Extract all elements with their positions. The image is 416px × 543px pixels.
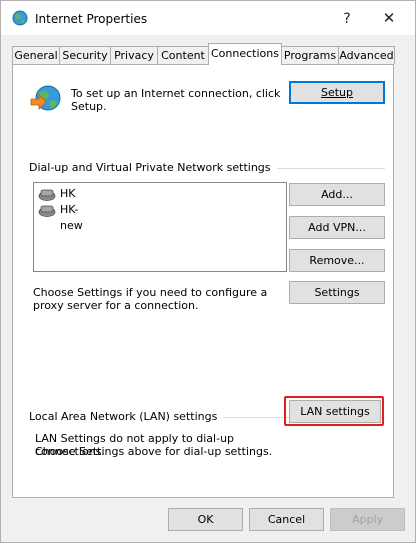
connections-panel: To set up an Internet connection, click … <box>12 64 394 498</box>
connection-name: HK <box>60 187 76 200</box>
internet-globe-icon <box>12 10 28 26</box>
tab-programs[interactable]: Programs <box>281 46 339 64</box>
dialup-group-label: Dial-up and Virtual Private Network sett… <box>29 161 277 174</box>
setup-button[interactable]: Setup <box>289 81 385 104</box>
tab-security[interactable]: Security <box>59 46 111 64</box>
tab-privacy[interactable]: Privacy <box>110 46 158 64</box>
internet-properties-window: Internet Properties ? ✕ General Security… <box>0 0 416 543</box>
cancel-button-label: Cancel <box>267 513 306 526</box>
setup-instructions: To set up an Internet connection, click … <box>71 87 281 113</box>
dialup-connection-icon <box>38 189 56 201</box>
apply-button[interactable]: Apply <box>330 508 405 531</box>
tab-content[interactable]: Content <box>157 46 209 64</box>
add-button-label: Add... <box>321 188 353 201</box>
proxy-instructions: Choose Settings if you need to configure… <box>33 286 268 312</box>
title-bar: Internet Properties ? ✕ <box>1 1 415 35</box>
lan-group-label: Local Area Network (LAN) settings <box>29 410 224 423</box>
ok-button[interactable]: OK <box>168 508 243 531</box>
add-vpn-button[interactable]: Add VPN... <box>289 216 385 239</box>
lan-text-line2: Choose Settings above for dial-up settin… <box>35 445 273 458</box>
connection-name: HK-new <box>60 203 83 232</box>
apply-button-label: Apply <box>351 513 384 526</box>
settings-button[interactable]: Settings <box>289 281 385 304</box>
add-vpn-button-label: Add VPN... <box>308 221 366 234</box>
lan-settings-button-label: LAN settings <box>300 405 370 418</box>
tab-advanced[interactable]: Advanced <box>338 46 395 64</box>
window-title: Internet Properties <box>35 12 148 26</box>
tab-general[interactable]: General <box>12 46 60 64</box>
help-button[interactable]: ? <box>337 11 357 27</box>
internet-setup-icon <box>30 85 61 111</box>
dialog-client-area: General Security Privacy Content Connect… <box>1 35 415 542</box>
dialup-connection-icon <box>38 205 56 217</box>
lan-settings-button[interactable]: LAN settings <box>289 400 381 423</box>
connections-list[interactable]: HK HK-new <box>33 182 287 272</box>
remove-button[interactable]: Remove... <box>289 249 385 272</box>
setup-button-label: Setup <box>320 86 354 99</box>
add-button[interactable]: Add... <box>289 183 385 206</box>
tab-connections[interactable]: Connections <box>208 43 282 65</box>
settings-button-label: Settings <box>314 286 360 299</box>
cancel-button[interactable]: Cancel <box>249 508 324 531</box>
ok-button-label: OK <box>197 513 214 526</box>
remove-button-label: Remove... <box>309 254 365 267</box>
close-button[interactable]: ✕ <box>379 9 399 27</box>
